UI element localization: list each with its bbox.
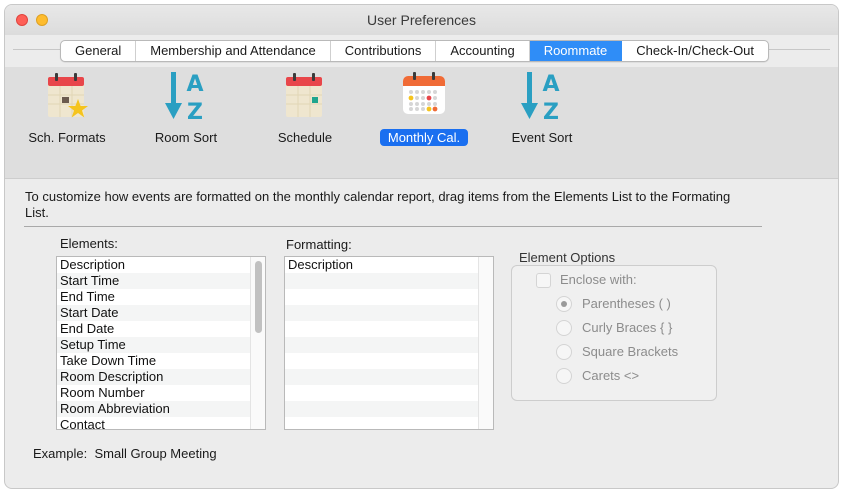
empty-row xyxy=(285,417,493,429)
svg-text:Z: Z xyxy=(543,100,559,125)
enclose-with-checkbox[interactable] xyxy=(536,273,551,288)
toolbar-sch-formats[interactable]: Sch. Formats xyxy=(19,67,115,151)
preference-tabs: General Membership and Attendance Contri… xyxy=(60,40,770,62)
toolbar-label-event-sort: Event Sort xyxy=(511,130,573,145)
empty-row xyxy=(285,305,493,321)
preferences-window: User Preferences General Membership and … xyxy=(4,4,839,489)
element-options-title: Element Options xyxy=(519,250,616,265)
parentheses-label: Parentheses ( ) xyxy=(582,296,671,311)
tab-roommate[interactable]: Roommate xyxy=(529,41,623,61)
svg-text:A: A xyxy=(186,72,203,97)
empty-row xyxy=(285,273,493,289)
list-item[interactable]: Description xyxy=(285,257,493,273)
list-item[interactable]: Setup Time xyxy=(57,337,265,353)
toolbar-label-room-sort: Room Sort xyxy=(154,130,218,145)
tab-membership-attendance[interactable]: Membership and Attendance xyxy=(136,41,331,61)
curly-braces-radio[interactable] xyxy=(556,320,572,336)
formatting-list[interactable]: Description xyxy=(284,256,494,430)
tab-general[interactable]: General xyxy=(61,41,137,61)
svg-text:A: A xyxy=(542,72,559,97)
tab-contributions[interactable]: Contributions xyxy=(331,41,437,61)
example-line: Example: Small Group Meeting xyxy=(33,446,217,461)
carets-radio[interactable] xyxy=(556,368,572,384)
element-options-group: Enclose with: Parentheses ( ) Curly Brac… xyxy=(511,265,717,401)
toolbar-schedule[interactable]: Schedule xyxy=(257,67,353,151)
toolbar-room-sort[interactable]: A Z Room Sort xyxy=(138,67,234,151)
empty-row xyxy=(285,337,493,353)
list-item[interactable]: Start Date xyxy=(57,305,265,321)
list-item[interactable]: End Time xyxy=(57,289,265,305)
square-brackets-label: Square Brackets xyxy=(582,344,679,359)
formatting-scrollbar[interactable] xyxy=(478,257,493,429)
example-label: Example: xyxy=(33,446,88,461)
empty-row xyxy=(285,321,493,337)
roommate-toolbar: Sch. Formats A Z Room Sort Schedule Mont… xyxy=(5,67,838,179)
list-item[interactable]: Description xyxy=(57,257,265,273)
toolbar-label-sch-formats: Sch. Formats xyxy=(28,130,106,145)
list-item[interactable]: Room Number xyxy=(57,385,265,401)
section-divider xyxy=(24,226,762,227)
instructions-text: To customize how events are formatted on… xyxy=(25,189,731,220)
toolbar-event-sort[interactable]: A Z Event Sort xyxy=(494,67,590,151)
window-title: User Preferences xyxy=(367,12,476,28)
toolbar-monthly-cal[interactable]: Monthly Cal. xyxy=(376,67,472,151)
elements-list[interactable]: Description Start Time End Time Start Da… xyxy=(56,256,266,430)
list-item[interactable]: Room Abbreviation xyxy=(57,401,265,417)
empty-row xyxy=(285,353,493,369)
parentheses-radio[interactable] xyxy=(556,296,572,312)
elements-list-label: Elements: xyxy=(60,236,118,251)
elements-scrollbar[interactable] xyxy=(250,257,265,429)
example-value: Small Group Meeting xyxy=(94,446,217,461)
toolbar-label-monthly-cal: Monthly Cal. xyxy=(379,129,469,146)
schedule-formats-icon xyxy=(48,73,88,118)
list-item[interactable]: Take Down Time xyxy=(57,353,265,369)
empty-row xyxy=(285,289,493,305)
sort-az-icon: A Z xyxy=(521,72,560,125)
toolbar-label-schedule: Schedule xyxy=(277,130,333,145)
list-item[interactable]: Start Time xyxy=(57,273,265,289)
svg-text:Z: Z xyxy=(187,100,203,125)
empty-row xyxy=(285,385,493,401)
tab-accounting[interactable]: Accounting xyxy=(436,41,530,61)
square-brackets-radio[interactable] xyxy=(556,344,572,360)
enclose-with-label: Enclose with: xyxy=(560,272,637,287)
monthly-calendar-icon xyxy=(403,72,445,114)
schedule-calendar-icon xyxy=(286,73,322,117)
list-item[interactable]: Room Description xyxy=(57,369,265,385)
formatting-list-label: Formatting: xyxy=(286,237,352,252)
empty-row xyxy=(285,369,493,385)
scrollbar-thumb[interactable] xyxy=(255,261,262,333)
empty-row xyxy=(285,401,493,417)
curly-braces-label: Curly Braces { } xyxy=(582,320,673,335)
sort-az-icon: A Z xyxy=(165,72,204,125)
title-bar: User Preferences xyxy=(5,5,838,35)
carets-label: Carets <> xyxy=(582,368,640,383)
list-item[interactable]: Contact xyxy=(57,417,265,429)
tab-check-in-check-out[interactable]: Check-In/Check-Out xyxy=(622,41,768,61)
list-item[interactable]: End Date xyxy=(57,321,265,337)
